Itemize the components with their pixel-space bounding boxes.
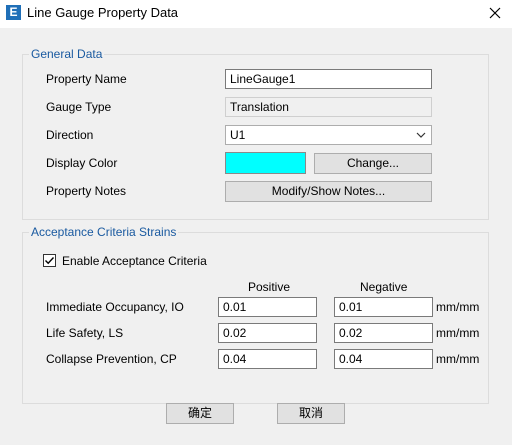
close-button[interactable] xyxy=(478,0,512,26)
title-bar: E Line Gauge Property Data xyxy=(0,0,512,28)
property-name-label: Property Name xyxy=(46,72,127,86)
io-positive-input[interactable]: 0.01 xyxy=(218,297,317,317)
direction-select[interactable]: U1 xyxy=(225,125,432,145)
ls-negative-input[interactable]: 0.02 xyxy=(334,323,433,343)
cp-label: Collapse Prevention, CP xyxy=(46,352,177,366)
ok-button[interactable]: 确定 xyxy=(166,403,234,424)
acceptance-criteria-legend: Acceptance Criteria Strains xyxy=(29,225,179,239)
ls-unit: mm/mm xyxy=(436,326,480,340)
general-data-group: General Data Property Name LineGauge1 Ga… xyxy=(22,47,489,220)
negative-header: Negative xyxy=(360,280,408,294)
acceptance-criteria-group: Acceptance Criteria Strains Enable Accep… xyxy=(22,225,489,404)
dialog-body: General Data Property Name LineGauge1 Ga… xyxy=(0,28,512,445)
close-icon xyxy=(489,7,501,19)
gauge-type-field: Translation xyxy=(225,97,432,117)
ls-label: Life Safety, LS xyxy=(46,326,124,340)
cp-negative-input[interactable]: 0.04 xyxy=(334,349,433,369)
checkmark-icon xyxy=(45,257,55,265)
display-color-swatch xyxy=(225,152,306,174)
general-data-legend: General Data xyxy=(29,47,105,61)
window-title: Line Gauge Property Data xyxy=(27,5,179,20)
change-color-button[interactable]: Change... xyxy=(314,153,432,174)
io-negative-input[interactable]: 0.01 xyxy=(334,297,433,317)
direction-value: U1 xyxy=(230,128,246,142)
positive-header: Positive xyxy=(248,280,291,294)
app-icon: E xyxy=(6,5,21,20)
io-label: Immediate Occupancy, IO xyxy=(46,300,184,314)
cp-unit: mm/mm xyxy=(436,352,480,366)
direction-label: Direction xyxy=(46,128,94,142)
modify-notes-button[interactable]: Modify/Show Notes... xyxy=(225,181,432,202)
ls-positive-input[interactable]: 0.02 xyxy=(218,323,317,343)
property-name-input[interactable]: LineGauge1 xyxy=(225,69,432,89)
display-color-label: Display Color xyxy=(46,156,118,170)
enable-acceptance-label: Enable Acceptance Criteria xyxy=(62,254,207,268)
chevron-down-icon xyxy=(416,132,426,138)
io-unit: mm/mm xyxy=(436,300,480,314)
gauge-type-label: Gauge Type xyxy=(46,100,112,114)
cancel-button[interactable]: 取消 xyxy=(277,403,345,424)
cp-positive-input[interactable]: 0.04 xyxy=(218,349,317,369)
property-notes-label: Property Notes xyxy=(46,184,127,198)
enable-acceptance-checkbox[interactable] xyxy=(43,254,56,267)
